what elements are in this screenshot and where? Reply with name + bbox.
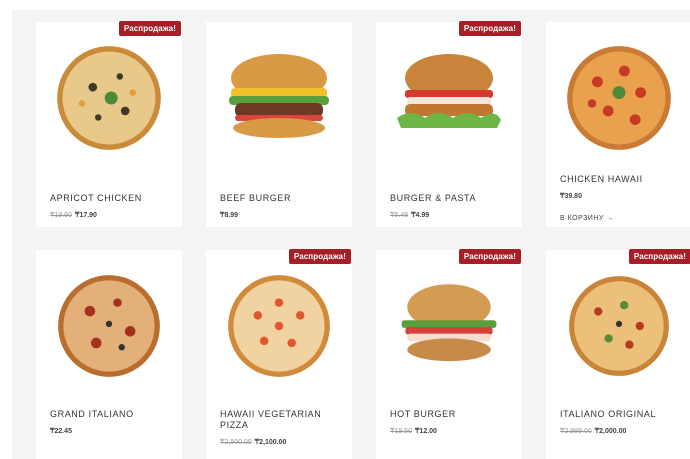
product-price: ₸5.49 ₸4.99	[390, 212, 430, 219]
product-card[interactable]: Распродажа! APRICOT CHICKEN ₸19.90 ₸17.90	[36, 21, 182, 227]
burger-image[interactable]	[376, 38, 522, 158]
sale-badge: Распродажа!	[288, 249, 351, 264]
product-price: ₸19.50 ₸12.00	[390, 428, 437, 435]
product-price: ₸2,999.00 ₸2,000.00	[560, 428, 627, 435]
sale-badge: Распродажа!	[458, 21, 521, 36]
product-price: ₸2,500.00 ₸2,100.00	[220, 439, 287, 446]
product-title[interactable]: ITALIANO ORIGINAL	[560, 409, 684, 420]
pizza-image[interactable]	[546, 38, 690, 158]
product-grid: Распродажа! APRICOT CHICKEN ₸19.90 ₸17.90	[12, 10, 690, 459]
product-price: ₸39.80	[560, 193, 582, 200]
product-card[interactable]: Распродажа! ITALIANO ORIGINAL ₸2,999.00 ₸…	[546, 249, 690, 459]
pizza-image[interactable]	[546, 266, 690, 386]
product-card[interactable]: Распродажа! BURGER & PASTA ₸5.49 ₸4.99	[376, 21, 522, 227]
sale-badge: Распродажа!	[628, 249, 690, 264]
product-title[interactable]: APRICOT CHICKEN	[50, 193, 174, 204]
product-title[interactable]: CHICKEN HAWAII	[560, 174, 684, 185]
product-price: ₸8.99	[220, 212, 239, 219]
sale-badge: Распродажа!	[458, 249, 521, 264]
product-price: ₸19.90 ₸17.90	[50, 212, 97, 219]
pizza-image[interactable]	[36, 38, 182, 158]
product-title[interactable]: GRAND ITALIANO	[50, 409, 174, 420]
product-card[interactable]: GRAND ITALIANO ₸22.45	[36, 250, 182, 459]
product-card[interactable]: BEEF BURGER ₸8.99	[206, 22, 352, 227]
product-title[interactable]: BURGER & PASTA	[390, 193, 514, 204]
add-to-cart-button[interactable]: В КОРЗИНУ →	[560, 215, 614, 222]
sale-badge: Распродажа!	[118, 21, 181, 36]
product-title[interactable]: BEEF BURGER	[220, 193, 344, 204]
pizza-image[interactable]	[206, 266, 352, 386]
product-title[interactable]: HAWAII VEGETARIAN PIZZA	[220, 409, 344, 431]
product-title[interactable]: HOT BURGER	[390, 409, 514, 420]
product-card[interactable]: Распродажа! HAWAII VEGETARIAN PIZZA ₸2,5…	[206, 249, 352, 459]
product-price: ₸22.45	[50, 428, 72, 435]
product-card[interactable]: CHICKEN HAWAII ₸39.80 В КОРЗИНУ →	[546, 22, 690, 227]
product-card[interactable]: Распродажа! HOT BURGER ₸19.50 ₸12.00	[376, 249, 522, 459]
burger-image[interactable]	[376, 266, 522, 386]
burger-image[interactable]	[206, 38, 352, 158]
pizza-image[interactable]	[36, 266, 182, 386]
